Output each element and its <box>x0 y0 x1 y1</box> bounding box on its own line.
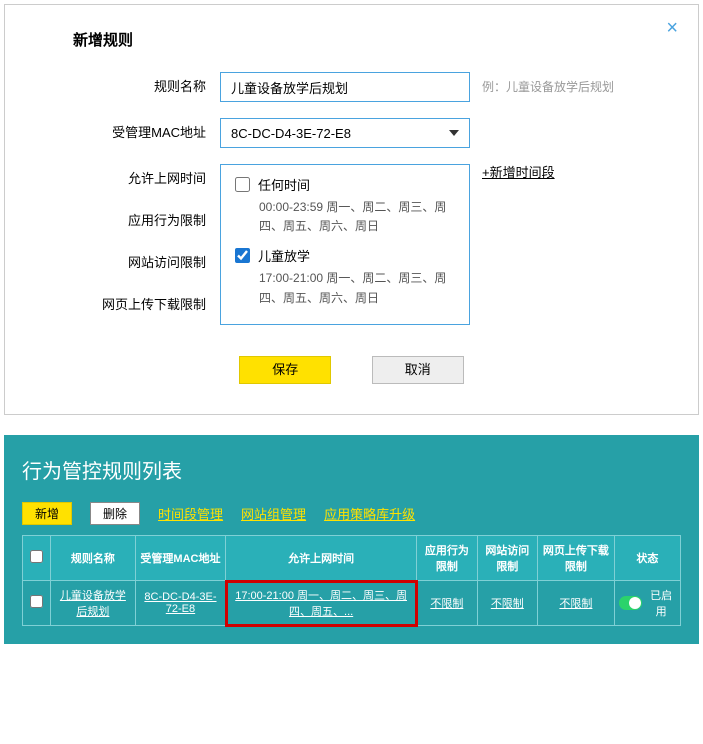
rule-name-input[interactable] <box>220 72 470 102</box>
select-all-checkbox[interactable] <box>30 550 43 563</box>
col-header: 受管理MAC地址 <box>135 536 225 581</box>
col-header: 规则名称 <box>51 536 136 581</box>
status-toggle[interactable]: 已启用 <box>619 587 676 619</box>
cell-page[interactable]: 不限制 <box>559 598 592 610</box>
time-slot-name: 任何时间 <box>258 175 310 194</box>
rule-table: 规则名称 受管理MAC地址 允许上网时间 应用行为限制 网站访问限制 网页上传下… <box>22 535 681 626</box>
app-upgrade-link[interactable]: 应用策略库升级 <box>324 504 415 523</box>
time-slot-name: 儿童放学 <box>258 246 310 265</box>
time-slot-checkbox[interactable] <box>235 248 250 263</box>
label-mac: 受管理MAC地址 <box>35 118 220 148</box>
section-title: 行为管控规则列表 <box>22 455 681 484</box>
chevron-down-icon <box>449 130 459 136</box>
add-rule-modal: × 新增规则 规则名称 例：儿童设备放学后规划 受管理MAC地址 8C-DC-D… <box>4 4 699 415</box>
modal-title: 新增规则 <box>73 29 668 50</box>
time-slot-detail: 17:00-21:00 周一、周二、周三、周四、周五、周六、周日 <box>259 269 455 307</box>
col-header: 网站访问限制 <box>477 536 537 581</box>
label-site-limit: 网站访问限制 <box>35 252 206 294</box>
rule-list-section: 行为管控规则列表 新增 删除 时间段管理 网站组管理 应用策略库升级 规则名称 … <box>4 435 699 644</box>
row-checkbox[interactable] <box>30 595 43 608</box>
cancel-button[interactable]: 取消 <box>372 356 464 384</box>
time-slot-option[interactable]: 儿童放学 17:00-21:00 周一、周二、周三、周四、周五、周六、周日 <box>235 246 455 307</box>
table-row: 儿童设备放学后规划 8C-DC-D4-3E-72-E8 17:00-21:00 … <box>23 581 681 626</box>
close-icon[interactable]: × <box>666 17 678 40</box>
col-header: 允许上网时间 <box>226 536 417 581</box>
time-slot-option[interactable]: 任何时间 00:00-23:59 周一、周二、周三、周四、周五、周六、周日 <box>235 175 455 236</box>
delete-button[interactable]: 删除 <box>90 502 140 525</box>
cell-rule-name[interactable]: 儿童设备放学后规划 <box>60 590 126 618</box>
label-page-limit: 网页上传下载限制 <box>35 294 206 336</box>
cell-app[interactable]: 不限制 <box>430 598 463 610</box>
cell-time[interactable]: 17:00-21:00 周一、周二、周三、周四、周五、... <box>235 590 407 618</box>
site-mgmt-link[interactable]: 网站组管理 <box>241 504 306 523</box>
col-header: 应用行为限制 <box>417 536 477 581</box>
add-button[interactable]: 新增 <box>22 502 72 525</box>
mac-value: 8C-DC-D4-3E-72-E8 <box>231 126 351 141</box>
mac-select[interactable]: 8C-DC-D4-3E-72-E8 <box>220 118 470 148</box>
status-label: 已启用 <box>646 587 676 619</box>
add-time-slot-link[interactable]: +新增时间段 <box>482 164 555 182</box>
col-header: 网页上传下载限制 <box>538 536 615 581</box>
label-allow-time: 允许上网时间 <box>35 168 206 210</box>
toolbar: 新增 删除 时间段管理 网站组管理 应用策略库升级 <box>22 502 681 525</box>
label-rule-name: 规则名称 <box>35 72 220 102</box>
label-app-limit: 应用行为限制 <box>35 210 206 252</box>
time-slot-dropdown: 任何时间 00:00-23:59 周一、周二、周三、周四、周五、周六、周日 儿童… <box>220 164 470 325</box>
cell-site[interactable]: 不限制 <box>491 598 524 610</box>
time-slot-checkbox[interactable] <box>235 177 250 192</box>
time-slot-detail: 00:00-23:59 周一、周二、周三、周四、周五、周六、周日 <box>259 198 455 236</box>
col-header: 状态 <box>614 536 680 581</box>
time-mgmt-link[interactable]: 时间段管理 <box>158 504 223 523</box>
cell-mac[interactable]: 8C-DC-D4-3E-72-E8 <box>144 591 216 615</box>
rule-name-hint: 例：儿童设备放学后规划 <box>482 72 614 102</box>
save-button[interactable]: 保存 <box>239 356 331 384</box>
